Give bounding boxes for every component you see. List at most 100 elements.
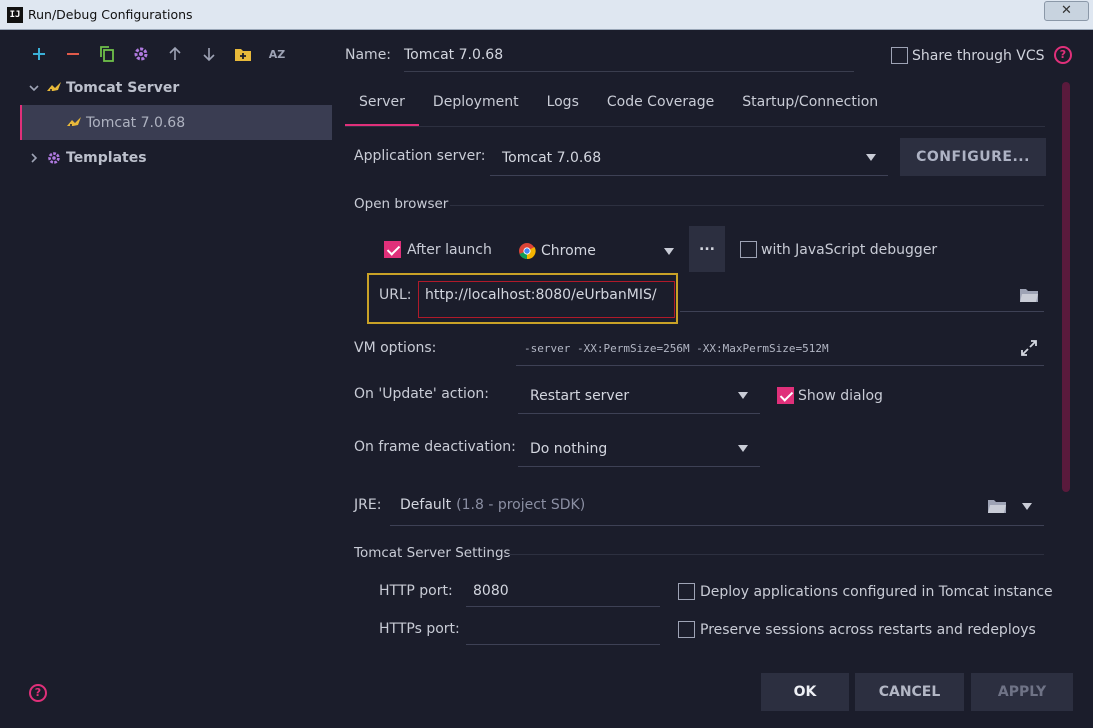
vm-options-label: VM options: <box>354 340 437 356</box>
preserve-sessions-checkbox[interactable] <box>678 621 695 638</box>
after-launch-option[interactable]: After launch <box>384 241 492 258</box>
vertical-scrollbar[interactable] <box>1062 82 1070 492</box>
app-server-dropdown[interactable]: Tomcat 7.0.68 <box>490 140 888 176</box>
dropdown-arrow-icon <box>738 392 748 399</box>
tab-logs[interactable]: Logs <box>533 82 593 127</box>
frame-deactivation-dropdown[interactable]: Do nothing <box>518 431 760 467</box>
jre-suffix: (1.8 - project SDK) <box>456 497 586 513</box>
frame-deactivation-label: On frame deactivation: <box>354 439 516 455</box>
frame-deactivation-value: Do nothing <box>530 440 608 457</box>
http-port-label: HTTP port: <box>379 583 453 599</box>
sort-az-icon[interactable]: AZ <box>260 42 294 66</box>
http-field-underline <box>466 606 660 607</box>
dropdown-arrow-icon[interactable] <box>1022 503 1032 510</box>
deploy-apps-label: Deploy applications configured in Tomcat… <box>700 583 1053 600</box>
cancel-button[interactable]: CANCEL <box>855 673 964 711</box>
dialog-body: AZ Tomcat Server Tomcat 7.0.68 Templates… <box>0 30 1093 728</box>
copy-icon[interactable] <box>90 42 124 66</box>
config-tree: Tomcat Server Tomcat 7.0.68 Templates <box>20 70 332 175</box>
tree-item-templates[interactable]: Templates <box>20 140 332 175</box>
browser-dropdown[interactable]: Chrome <box>506 233 686 269</box>
dropdown-arrow-icon <box>738 445 748 452</box>
app-server-value: Tomcat 7.0.68 <box>502 149 602 166</box>
show-dialog-label: Show dialog <box>798 387 883 404</box>
gear-icon[interactable] <box>124 42 158 66</box>
tree-item-tomcat-server[interactable]: Tomcat Server <box>20 70 332 105</box>
deploy-apps-option[interactable]: Deploy applications configured in Tomcat… <box>678 583 1053 600</box>
http-port-input[interactable]: 8080 <box>473 583 509 599</box>
browser-value: Chrome <box>541 243 596 259</box>
url-label: URL: <box>379 287 412 303</box>
deploy-apps-checkbox[interactable] <box>678 583 695 600</box>
show-dialog-checkbox[interactable] <box>777 387 794 404</box>
add-icon[interactable] <box>22 42 56 66</box>
url-input[interactable]: http://localhost:8080/eUrbanMIS/ <box>425 287 657 303</box>
apply-button[interactable]: APPLY <box>971 673 1073 711</box>
tomcat-icon <box>46 81 66 95</box>
tomcat-icon <box>66 116 86 130</box>
sort-az-label: AZ <box>268 47 286 61</box>
window-close-button[interactable]: ✕ <box>1044 1 1089 21</box>
dropdown-arrow-icon <box>664 247 674 255</box>
jre-input[interactable]: Default (1.8 - project SDK) <box>400 497 585 513</box>
update-action-value: Restart server <box>530 387 630 404</box>
name-input[interactable]: Tomcat 7.0.68 <box>404 40 854 72</box>
section-divider <box>450 205 1044 206</box>
tree-item-label: Tomcat Server <box>66 79 180 96</box>
js-debugger-label: with JavaScript debugger <box>761 241 938 258</box>
chevron-right-icon[interactable] <box>28 152 42 164</box>
tree-item-label: Templates <box>66 149 147 166</box>
tomcat-settings-title: Tomcat Server Settings <box>354 545 511 561</box>
dropdown-arrow-icon <box>866 154 876 161</box>
window-title: Run/Debug Configurations <box>28 7 193 22</box>
tab-deployment[interactable]: Deployment <box>419 82 533 127</box>
jre-label: JRE: <box>354 497 382 513</box>
url-field-underline <box>680 311 1044 312</box>
tab-divider <box>345 126 1045 127</box>
arrow-up-icon[interactable] <box>158 42 192 66</box>
intellij-icon: IJ <box>7 7 23 23</box>
remove-icon[interactable] <box>56 42 90 66</box>
name-label: Name: <box>345 47 392 63</box>
tab-server[interactable]: Server <box>345 82 419 127</box>
chrome-icon <box>519 243 536 260</box>
tree-item-label: Tomcat 7.0.68 <box>86 114 186 131</box>
folder-icon[interactable] <box>988 499 1006 517</box>
expand-icon[interactable] <box>1020 339 1038 361</box>
tab-code-coverage[interactable]: Code Coverage <box>593 82 728 127</box>
after-launch-label: After launch <box>407 241 492 258</box>
https-field-underline <box>466 644 660 645</box>
window-titlebar: IJ Run/Debug Configurations ✕ <box>0 0 1093 30</box>
update-action-dropdown[interactable]: Restart server <box>518 378 760 414</box>
share-vcs-checkbox[interactable] <box>891 47 908 64</box>
help-icon[interactable]: ? <box>29 684 47 702</box>
browser-settings-button[interactable]: ... <box>689 226 725 272</box>
help-icon[interactable]: ? <box>1054 46 1072 64</box>
arrow-down-icon[interactable] <box>192 42 226 66</box>
gear-icon <box>46 150 66 166</box>
app-server-label: Application server: <box>354 148 486 164</box>
open-browser-title: Open browser <box>354 196 449 212</box>
js-debugger-checkbox[interactable] <box>740 241 757 258</box>
js-debugger-option[interactable]: with JavaScript debugger <box>740 241 937 258</box>
configure-button[interactable]: CONFIGURE... <box>900 138 1046 176</box>
https-port-label: HTTPs port: <box>379 621 460 637</box>
chevron-down-icon[interactable] <box>28 82 42 94</box>
tree-item-tomcat-7-0-68[interactable]: Tomcat 7.0.68 <box>20 105 332 140</box>
share-vcs-option[interactable]: Share through VCS <box>891 47 1045 64</box>
config-tabs: Server Deployment Logs Code Coverage Sta… <box>345 82 892 127</box>
show-dialog-option[interactable]: Show dialog <box>777 387 883 404</box>
folder-icon[interactable] <box>1020 288 1038 306</box>
after-launch-checkbox[interactable] <box>384 241 401 258</box>
folder-add-icon[interactable] <box>226 42 260 66</box>
vm-options-input[interactable]: -server -XX:PermSize=256M -XX:MaxPermSiz… <box>524 342 829 355</box>
config-toolbar: AZ <box>22 42 294 66</box>
jre-field-underline <box>390 525 1044 526</box>
preserve-sessions-option[interactable]: Preserve sessions across restarts and re… <box>678 621 1036 638</box>
share-vcs-label: Share through VCS <box>912 47 1045 64</box>
tab-startup-connection[interactable]: Startup/Connection <box>728 82 892 127</box>
ok-button[interactable]: OK <box>761 673 849 711</box>
preserve-sessions-label: Preserve sessions across restarts and re… <box>700 621 1036 638</box>
section-divider <box>504 554 1044 555</box>
jre-value: Default <box>400 497 452 513</box>
